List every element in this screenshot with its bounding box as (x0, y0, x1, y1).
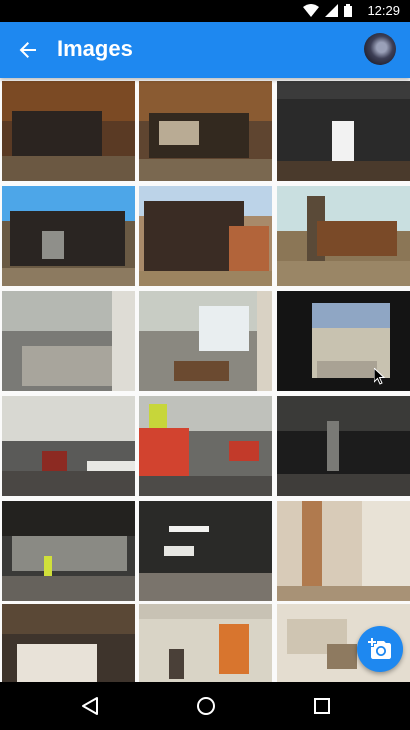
photo-tile[interactable] (277, 501, 410, 601)
photo-tile[interactable] (139, 501, 272, 601)
image-grid (0, 78, 410, 682)
photo-tile[interactable] (277, 396, 410, 496)
battery-icon (344, 4, 352, 17)
photo-tile[interactable] (139, 291, 272, 391)
status-icons (303, 4, 352, 17)
photo-tile[interactable] (2, 291, 135, 391)
square-recents-icon (314, 698, 330, 714)
arrow-back-icon (19, 42, 36, 58)
photo-tile[interactable] (2, 396, 135, 496)
photo-tile[interactable] (139, 81, 272, 181)
signal-icon (325, 4, 338, 17)
nav-back-button[interactable] (78, 694, 102, 718)
add-a-photo-icon (368, 638, 391, 659)
add-photo-button[interactable] (357, 626, 403, 672)
app-bar: Images (0, 22, 410, 78)
photo-tile[interactable] (139, 604, 272, 682)
triangle-back-icon (82, 697, 98, 715)
photo-tile[interactable] (139, 396, 272, 496)
photo-tile[interactable] (2, 501, 135, 601)
mouse-cursor-icon (374, 368, 386, 385)
photo-tile[interactable] (139, 186, 272, 286)
avatar[interactable] (364, 33, 396, 65)
photo-tile[interactable] (2, 604, 135, 682)
photo-tile[interactable] (277, 81, 410, 181)
wifi-icon (303, 4, 319, 17)
nav-home-button[interactable] (194, 694, 218, 718)
circle-home-icon (197, 697, 215, 715)
back-button[interactable] (12, 34, 44, 66)
navigation-bar (0, 682, 410, 730)
photo-tile[interactable] (277, 291, 410, 391)
photo-tile[interactable] (277, 186, 410, 286)
status-bar: 12:29 (0, 0, 410, 22)
photo-tile[interactable] (2, 186, 135, 286)
page-title: Images (57, 36, 133, 61)
nav-recents-button[interactable] (310, 694, 334, 718)
status-time: 12:29 (367, 3, 400, 18)
photo-tile[interactable] (2, 81, 135, 181)
